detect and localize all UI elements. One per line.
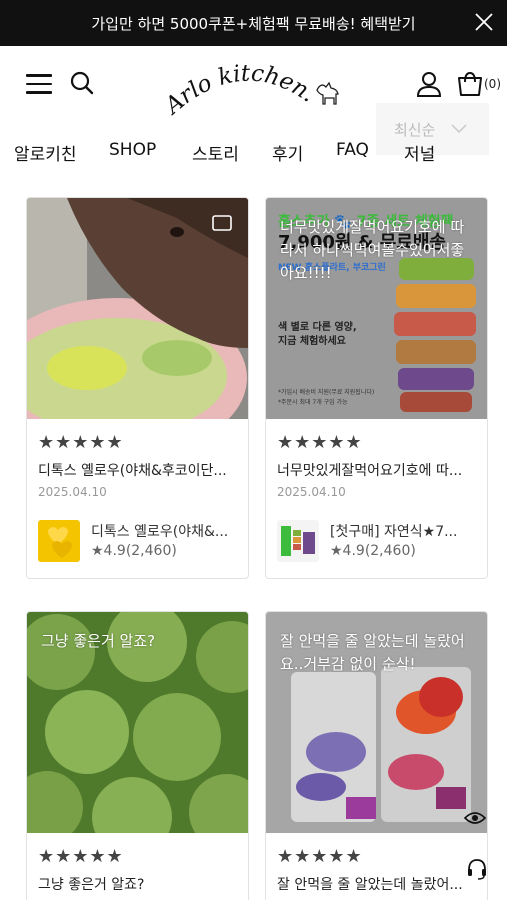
product-rating: ★4.9(2,460): [91, 543, 177, 559]
dog-photo: [27, 198, 248, 419]
cart-count: (0): [484, 77, 501, 91]
review-card[interactable]: 잘 안먹을 줄 알았는데 놀랐어요..거부감 없이 순삭! ★★★★★ 잘 안먹…: [265, 611, 488, 900]
search-icon[interactable]: [69, 70, 95, 96]
product-link[interactable]: [첫구매] 자연식★7... ★4.9(2,460): [277, 520, 477, 564]
product-thumbnail: [38, 520, 80, 562]
review-overlay-text: 너무맛있게잘먹어요기호에 따라서 하나씩먹여볼수있어서좋아요!!!!: [280, 218, 465, 282]
review-photo[interactable]: [27, 198, 248, 419]
star-rating: ★★★★★: [277, 846, 363, 867]
review-title: 너무맛있게잘먹어요기호에 따...: [277, 463, 463, 479]
svg-text:Arlo kitchen.: Arlo kitchen.: [165, 61, 320, 120]
star-rating: ★★★★★: [38, 432, 124, 453]
svg-text:색 별로 다른 영양,: 색 별로 다른 영양,: [278, 320, 357, 333]
svg-text:*주문시 최대 7개 구입 가능: *주문시 최대 7개 구입 가능: [278, 398, 348, 406]
review-photo[interactable]: 잘 안먹을 줄 알았는데 놀랐어요..거부감 없이 순삭!: [266, 612, 487, 833]
nav-item-story[interactable]: 스토리: [192, 140, 239, 165]
user-icon[interactable]: [415, 70, 443, 98]
product-name: 디톡스 옐로우(야채&...: [91, 524, 229, 540]
nav-item-shop[interactable]: SHOP: [109, 140, 156, 160]
eye-icon[interactable]: [464, 810, 486, 826]
menu-icon[interactable]: [26, 74, 52, 96]
sort-label: 최신순: [394, 120, 436, 139]
review-card[interactable]: ★★★★★ 디톡스 옐로우(야채&후코이단... 2025.04.10 디톡스 …: [26, 197, 249, 579]
star-rating: ★★★★★: [277, 432, 363, 453]
review-card[interactable]: 홈스추가 🐾 7종 세트 체험팩 7,900원 & 무료배송 NEW 홈스플라트…: [265, 197, 488, 579]
logo-icon: Arlo kitchen.: [159, 61, 339, 121]
review-title: 그냥 좋은거 알죠?: [38, 877, 145, 893]
review-date: 2025.04.10: [277, 485, 346, 499]
review-overlay-text: 잘 안먹을 줄 알았는데 놀랐어요..거부감 없이 순삭!: [280, 632, 465, 673]
review-photo[interactable]: 홈스추가 🐾 7종 세트 체험팩 7,900원 & 무료배송 NEW 홈스플라트…: [266, 198, 487, 419]
main-nav: 알로키친 SHOP 스토리 후기 FAQ 저널: [0, 140, 507, 168]
star-rating: ★★★★★: [38, 846, 124, 867]
review-title: 잘 안먹을 줄 알았는데 놀랐어...: [277, 877, 463, 893]
nav-item-faq[interactable]: FAQ: [336, 140, 369, 160]
review-overlay-text: 그냥 좋은거 알죠?: [41, 632, 156, 650]
cart-icon[interactable]: [456, 70, 486, 98]
review-date: 2025.04.10: [38, 485, 107, 499]
svg-text:지금 체험하세요: 지금 체험하세요: [278, 334, 346, 347]
chevron-down-icon: [451, 124, 467, 134]
close-icon[interactable]: [473, 11, 495, 33]
review-card[interactable]: 그냥 좋은거 알죠? ★★★★★ 그냥 좋은거 알죠?: [26, 611, 249, 900]
product-link[interactable]: 디톡스 옐로우(야채&... ★4.9(2,460): [38, 520, 238, 564]
product-thumbnail: [277, 520, 319, 562]
product-rating: ★4.9(2,460): [330, 543, 416, 559]
nav-item-arlo-kitchen[interactable]: 알로키친: [14, 140, 77, 165]
product-name: [첫구매] 자연식★7...: [330, 524, 458, 540]
promo-banner[interactable]: 가입만 하면 5000쿠폰+체험팩 무료배송! 혜택받기: [0, 0, 507, 46]
headset-icon[interactable]: [466, 857, 488, 881]
logo[interactable]: Arlo kitchen.: [159, 60, 350, 121]
nav-item-reviews[interactable]: 후기: [272, 140, 303, 165]
promo-banner-text[interactable]: 가입만 하면 5000쿠폰+체험팩 무료배송! 혜택받기: [91, 13, 415, 34]
svg-text:*가입시 배송비 지원(무료 지원됩니다): *가입시 배송비 지원(무료 지원됩니다): [278, 388, 374, 396]
review-title: 디톡스 옐로우(야채&후코이단...: [38, 463, 227, 479]
nav-item-journal[interactable]: 저널: [404, 140, 435, 165]
review-photo[interactable]: 그냥 좋은거 알죠?: [27, 612, 248, 833]
